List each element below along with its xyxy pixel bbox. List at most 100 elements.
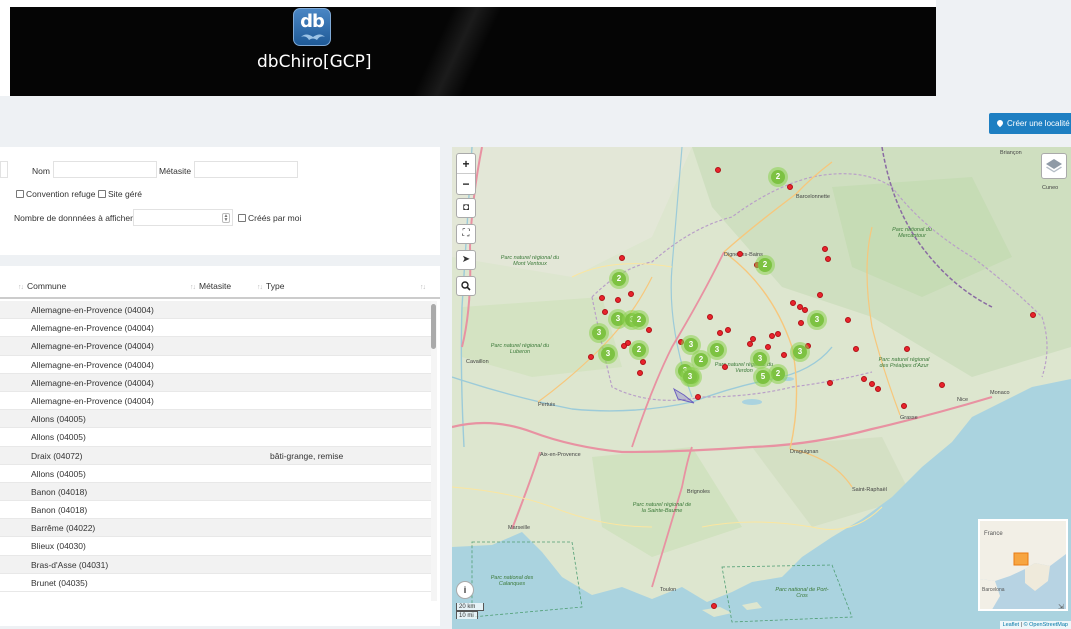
locality-marker[interactable] bbox=[707, 314, 713, 320]
draw-rectangle-button[interactable]: ◘ bbox=[456, 198, 476, 218]
locality-marker[interactable] bbox=[717, 330, 723, 336]
locality-marker[interactable] bbox=[737, 251, 743, 257]
locality-marker[interactable] bbox=[711, 603, 717, 609]
locate-button[interactable]: ➤ bbox=[456, 250, 476, 270]
table-row[interactable]: Allons (04005) bbox=[0, 465, 431, 483]
locality-marker[interactable] bbox=[750, 336, 756, 342]
marker-cluster[interactable]: 2 bbox=[629, 310, 649, 330]
locality-marker[interactable] bbox=[628, 291, 634, 297]
locality-marker[interactable] bbox=[802, 307, 808, 313]
table-row[interactable]: Brunet (04035) bbox=[0, 574, 431, 592]
previous-filter-input[interactable] bbox=[0, 161, 8, 178]
locality-marker[interactable] bbox=[825, 256, 831, 262]
app-logo[interactable]: db bbox=[293, 8, 331, 46]
marker-cluster[interactable]: 2 bbox=[609, 269, 629, 289]
locality-marker[interactable] bbox=[827, 380, 833, 386]
table-row[interactable]: Allemagne-en-Provence (04004) bbox=[0, 356, 431, 374]
create-locality-button[interactable]: Créer une localité bbox=[989, 113, 1071, 134]
locality-marker[interactable] bbox=[769, 333, 775, 339]
zoom-out-button[interactable]: − bbox=[457, 174, 475, 194]
locality-marker[interactable] bbox=[822, 246, 828, 252]
locality-marker[interactable] bbox=[869, 381, 875, 387]
locality-marker[interactable] bbox=[901, 403, 907, 409]
marker-cluster[interactable]: 2 bbox=[768, 167, 788, 187]
marker-cluster[interactable]: 3 bbox=[589, 323, 609, 343]
locality-marker[interactable] bbox=[602, 309, 608, 315]
marker-cluster[interactable]: 3 bbox=[790, 342, 810, 362]
locality-marker[interactable] bbox=[599, 295, 605, 301]
sort-icon: ↑↓ bbox=[257, 284, 263, 291]
marker-cluster[interactable]: 2 bbox=[629, 340, 649, 360]
cell-commune: Allemagne-en-Provence (04004) bbox=[31, 377, 154, 388]
map-view[interactable]: Barcelonnette Digne-les-Bains Aix-en-Prove… bbox=[452, 147, 1071, 629]
table-row[interactable]: Allons (04005) bbox=[0, 410, 431, 429]
table-row[interactable]: Allemagne-en-Provence (04004) bbox=[0, 301, 431, 320]
site-gere-checkbox[interactable] bbox=[98, 190, 106, 198]
nom-input[interactable] bbox=[53, 161, 157, 178]
column-header-metasite[interactable]: ↑↓ Métasite bbox=[190, 281, 231, 291]
locality-marker[interactable] bbox=[1030, 312, 1036, 318]
locality-marker[interactable] bbox=[787, 184, 793, 190]
table-row[interactable]: Allemagne-en-Provence (04004) bbox=[0, 319, 431, 338]
marker-cluster[interactable]: 3 bbox=[750, 349, 770, 369]
table-scrollbar-thumb[interactable] bbox=[431, 304, 436, 349]
crees-par-moi-filter[interactable]: Créés par moi bbox=[238, 213, 301, 223]
table-row[interactable]: Banon (04018) bbox=[0, 501, 431, 520]
nb-donnees-input[interactable]: ▲ ▼ bbox=[133, 209, 233, 226]
marker-cluster[interactable]: 3 bbox=[680, 367, 700, 387]
locality-marker[interactable] bbox=[765, 344, 771, 350]
convention-refuge-filter[interactable]: Convention refuge bbox=[16, 189, 95, 199]
map-search-button[interactable] bbox=[456, 276, 476, 296]
layers-control-button[interactable] bbox=[1041, 153, 1067, 179]
table-row[interactable]: Blieux (04030) bbox=[0, 537, 431, 556]
marker-cluster[interactable]: 5 bbox=[753, 367, 773, 387]
table-row[interactable]: Allemagne-en-Provence (04004) bbox=[0, 392, 431, 411]
locality-marker[interactable] bbox=[875, 386, 881, 392]
table-row[interactable]: Draix (04072) bâti-grange, remise bbox=[0, 446, 431, 465]
site-gere-filter[interactable]: Site géré bbox=[98, 189, 142, 199]
locality-marker[interactable] bbox=[845, 317, 851, 323]
attribution-osm-link[interactable]: © OpenStreetMap bbox=[1024, 622, 1068, 628]
locality-marker[interactable] bbox=[619, 255, 625, 261]
marker-cluster[interactable]: 3 bbox=[807, 310, 827, 330]
locality-marker[interactable] bbox=[588, 354, 594, 360]
locality-marker[interactable] bbox=[646, 327, 652, 333]
locality-marker[interactable] bbox=[715, 167, 721, 173]
table-row[interactable]: Allons (04005) bbox=[0, 428, 431, 447]
table-row[interactable]: Allemagne-en-Provence (04004) bbox=[0, 337, 431, 356]
locality-marker[interactable] bbox=[722, 364, 728, 370]
metasite-input[interactable] bbox=[194, 161, 298, 178]
locality-marker[interactable] bbox=[798, 320, 804, 326]
convention-refuge-checkbox[interactable] bbox=[16, 190, 24, 198]
column-header-type[interactable]: ↑↓ Type bbox=[257, 281, 284, 291]
table-row[interactable]: Banon (04018) bbox=[0, 482, 431, 502]
locality-marker[interactable] bbox=[817, 292, 823, 298]
locality-marker[interactable] bbox=[640, 359, 646, 365]
table-row[interactable]: Barrême (04022) bbox=[0, 519, 431, 538]
marker-cluster[interactable]: 2 bbox=[755, 255, 775, 275]
minimap[interactable]: France Barcelona ⇲ bbox=[978, 519, 1068, 611]
crees-par-moi-checkbox[interactable] bbox=[238, 214, 246, 222]
locality-marker[interactable] bbox=[615, 297, 621, 303]
column-header-commune[interactable]: ↑↓ Commune bbox=[18, 281, 66, 291]
fullscreen-button[interactable]: ⛶ bbox=[456, 224, 476, 244]
column-header-extra[interactable]: ↑↓ bbox=[420, 281, 429, 291]
table-row[interactable]: Allemagne-en-Provence (04004) bbox=[0, 373, 431, 392]
locality-marker[interactable] bbox=[637, 370, 643, 376]
locality-marker[interactable] bbox=[853, 346, 859, 352]
locality-marker[interactable] bbox=[790, 300, 796, 306]
locality-marker[interactable] bbox=[775, 331, 781, 337]
locality-marker[interactable] bbox=[725, 327, 731, 333]
map-info-button[interactable]: i bbox=[456, 581, 474, 599]
locality-marker[interactable] bbox=[861, 376, 867, 382]
locality-marker[interactable] bbox=[939, 382, 945, 388]
marker-cluster[interactable]: 3 bbox=[598, 344, 618, 364]
locality-marker[interactable] bbox=[695, 394, 701, 400]
cell-commune: Allons (04005) bbox=[31, 414, 86, 425]
attribution-leaflet-link[interactable]: Leaflet bbox=[1003, 622, 1020, 628]
locality-marker[interactable] bbox=[781, 352, 787, 358]
zoom-in-button[interactable]: + bbox=[457, 154, 475, 174]
spinner-icon[interactable]: ▲ ▼ bbox=[222, 213, 230, 223]
locality-marker[interactable] bbox=[904, 346, 910, 352]
table-row[interactable]: Bras-d'Asse (04031) bbox=[0, 555, 431, 574]
